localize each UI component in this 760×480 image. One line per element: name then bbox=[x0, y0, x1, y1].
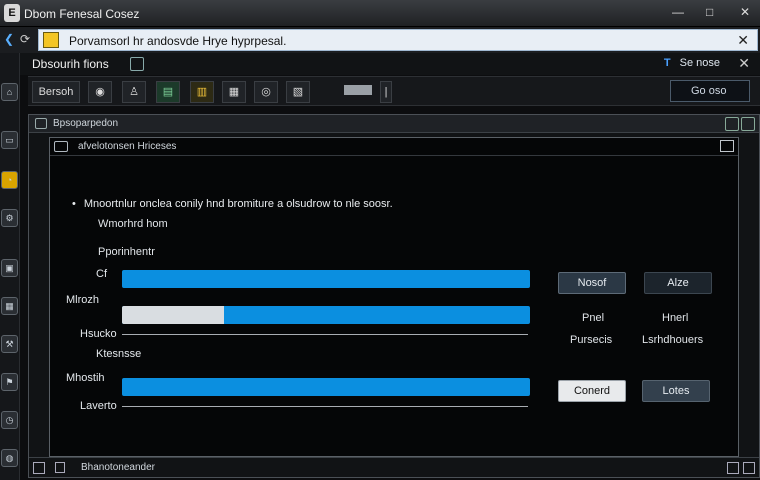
toolbar-search[interactable]: Go oso bbox=[670, 80, 750, 102]
secondary-button[interactable]: Alze bbox=[644, 272, 712, 294]
bar-chart-icon[interactable]: ▥ bbox=[190, 81, 214, 103]
main-panel: Bpsoparpedon afvelotonsen Hriceses • Mnoo… bbox=[28, 114, 760, 478]
row-label-4: Ktesnsse bbox=[96, 348, 142, 360]
row-label-3: Hsucko bbox=[80, 328, 117, 340]
separator-line-2 bbox=[122, 406, 528, 407]
progress-bar-2[interactable] bbox=[122, 306, 530, 324]
table-icon[interactable]: ▧ bbox=[286, 81, 310, 103]
back-icon[interactable]: ❮ bbox=[4, 32, 14, 46]
bottle-icon[interactable]: ♙ bbox=[122, 81, 146, 103]
t-icon: T bbox=[663, 57, 671, 69]
panel-titlebar: Bpsoparpedon bbox=[29, 115, 759, 133]
dialog-subtitle: Wmorhrd hom bbox=[98, 218, 168, 230]
panel-icon bbox=[35, 118, 47, 129]
dock-image-icon[interactable]: ▣ bbox=[1, 259, 18, 277]
window-titlebar: E Dbom Fenesal Cosez — □ ✕ bbox=[0, 0, 760, 27]
app-icon: E bbox=[4, 4, 20, 22]
dialog-icon bbox=[54, 141, 68, 152]
dock-globe-icon[interactable]: ◍ bbox=[1, 449, 18, 467]
dock-clock-icon[interactable]: ◷ bbox=[1, 411, 18, 429]
row-label-5: Mhostih bbox=[66, 372, 105, 384]
dock-home-icon[interactable]: ⌂ bbox=[1, 83, 18, 101]
toolbar: Bersoh ◉ ♙ ▤ ▥ ▦ ◎ ▧ | Go oso bbox=[28, 76, 760, 106]
dock-settings-icon[interactable]: ⚙ bbox=[1, 209, 18, 227]
dialog-section-label: Pporinhentr bbox=[98, 246, 155, 258]
image-icon[interactable]: ▤ bbox=[156, 81, 180, 103]
panel-title: Bpsoparpedon bbox=[53, 118, 119, 129]
header-go-label: Se nose bbox=[679, 57, 720, 69]
status-grip-icon bbox=[33, 462, 45, 474]
header-title: Dbsourih fions bbox=[32, 57, 109, 71]
url-text: Porvamsorl hr andosvde Hrye hyprpesal. bbox=[69, 34, 287, 48]
panel-pin-icon[interactable] bbox=[725, 117, 739, 131]
window-title: Dbom Fenesal Cosez bbox=[24, 7, 140, 21]
status-resize-icon[interactable] bbox=[727, 462, 739, 474]
side-label-right-bottom: Lsrhdhouers bbox=[642, 334, 704, 346]
row-label-6: Laverto bbox=[80, 400, 117, 412]
side-label-left-bottom: Pursecis bbox=[570, 334, 613, 346]
view-icon[interactable] bbox=[130, 57, 144, 71]
progress-bar-1[interactable] bbox=[122, 270, 530, 288]
cancel-button[interactable]: Lotes bbox=[642, 380, 710, 402]
toolbar-slider[interactable] bbox=[344, 85, 372, 95]
bullet-icon: • bbox=[72, 198, 76, 210]
camera-icon[interactable]: ◉ bbox=[88, 81, 112, 103]
status-page-icon bbox=[55, 462, 65, 473]
site-icon bbox=[43, 32, 59, 48]
header-close-button[interactable]: ✕ bbox=[738, 55, 750, 72]
grid-icon[interactable]: ▦ bbox=[222, 81, 246, 103]
close-window-button[interactable]: ✕ bbox=[740, 5, 750, 19]
dialog-title: afvelotonsen Hriceses bbox=[78, 141, 177, 152]
address-bar: ❮ ⟳ Porvamsorl hr andosvde Hrye hyprpesa… bbox=[0, 27, 760, 53]
dialog-message-text: Mnoortnlur onclea conily hnd bromiture a… bbox=[83, 198, 393, 210]
primary-button[interactable]: Nosof bbox=[558, 272, 626, 294]
panel-close-icon[interactable] bbox=[741, 117, 755, 131]
url-field[interactable]: Porvamsorl hr andosvde Hrye hyprpesal. ✕ bbox=[38, 29, 758, 51]
app-header: Dbsourih fions T Se nose ✕ bbox=[0, 53, 760, 75]
dialog-titlebar: afvelotonsen Hriceses bbox=[50, 138, 738, 156]
dialog: afvelotonsen Hriceses • Mnoortnlur onclea… bbox=[49, 137, 739, 457]
dock-tool-icon[interactable]: ⚒ bbox=[1, 335, 18, 353]
clear-url-icon[interactable]: ✕ bbox=[737, 32, 749, 49]
disk-icon[interactable]: ◎ bbox=[254, 81, 278, 103]
maximize-button[interactable]: □ bbox=[706, 5, 713, 19]
confirm-button[interactable]: Conerd bbox=[558, 380, 626, 402]
status-bar: Bhanotoneander bbox=[29, 457, 759, 477]
row-label-2: Mlrozh bbox=[66, 294, 100, 306]
side-label-left-top: Pnel bbox=[582, 312, 605, 324]
dock-chart-icon[interactable]: ◔ bbox=[1, 171, 18, 189]
dock-flag-icon[interactable]: ⚑ bbox=[1, 373, 18, 391]
dialog-maximize-icon[interactable] bbox=[720, 140, 734, 152]
toolbar-first-button[interactable]: Bersoh bbox=[32, 81, 80, 103]
reload-icon[interactable]: ⟳ bbox=[20, 32, 30, 46]
separator-line-1 bbox=[122, 334, 528, 335]
progress-bar-3[interactable] bbox=[122, 378, 530, 396]
row-label-1: Cf bbox=[96, 268, 107, 280]
header-go-link[interactable]: T Se nose bbox=[664, 57, 720, 69]
status-close-icon[interactable] bbox=[743, 462, 755, 474]
left-dock: ⌂ ▭ ◔ ⚙ ▣ ▦ ⚒ ⚑ ◷ ◍ bbox=[0, 53, 20, 480]
toolbar-divider-icon: | bbox=[380, 81, 392, 103]
dock-monitor-icon[interactable]: ▭ bbox=[1, 131, 18, 149]
dock-calendar-icon[interactable]: ▦ bbox=[1, 297, 18, 315]
status-text: Bhanotoneander bbox=[81, 462, 155, 473]
dialog-message: • Mnoortnlur onclea conily hnd bromiture … bbox=[72, 198, 393, 210]
side-label-right-top: Hnerl bbox=[662, 312, 689, 324]
minimize-button[interactable]: — bbox=[672, 5, 684, 19]
progress-fill-2 bbox=[122, 306, 224, 324]
